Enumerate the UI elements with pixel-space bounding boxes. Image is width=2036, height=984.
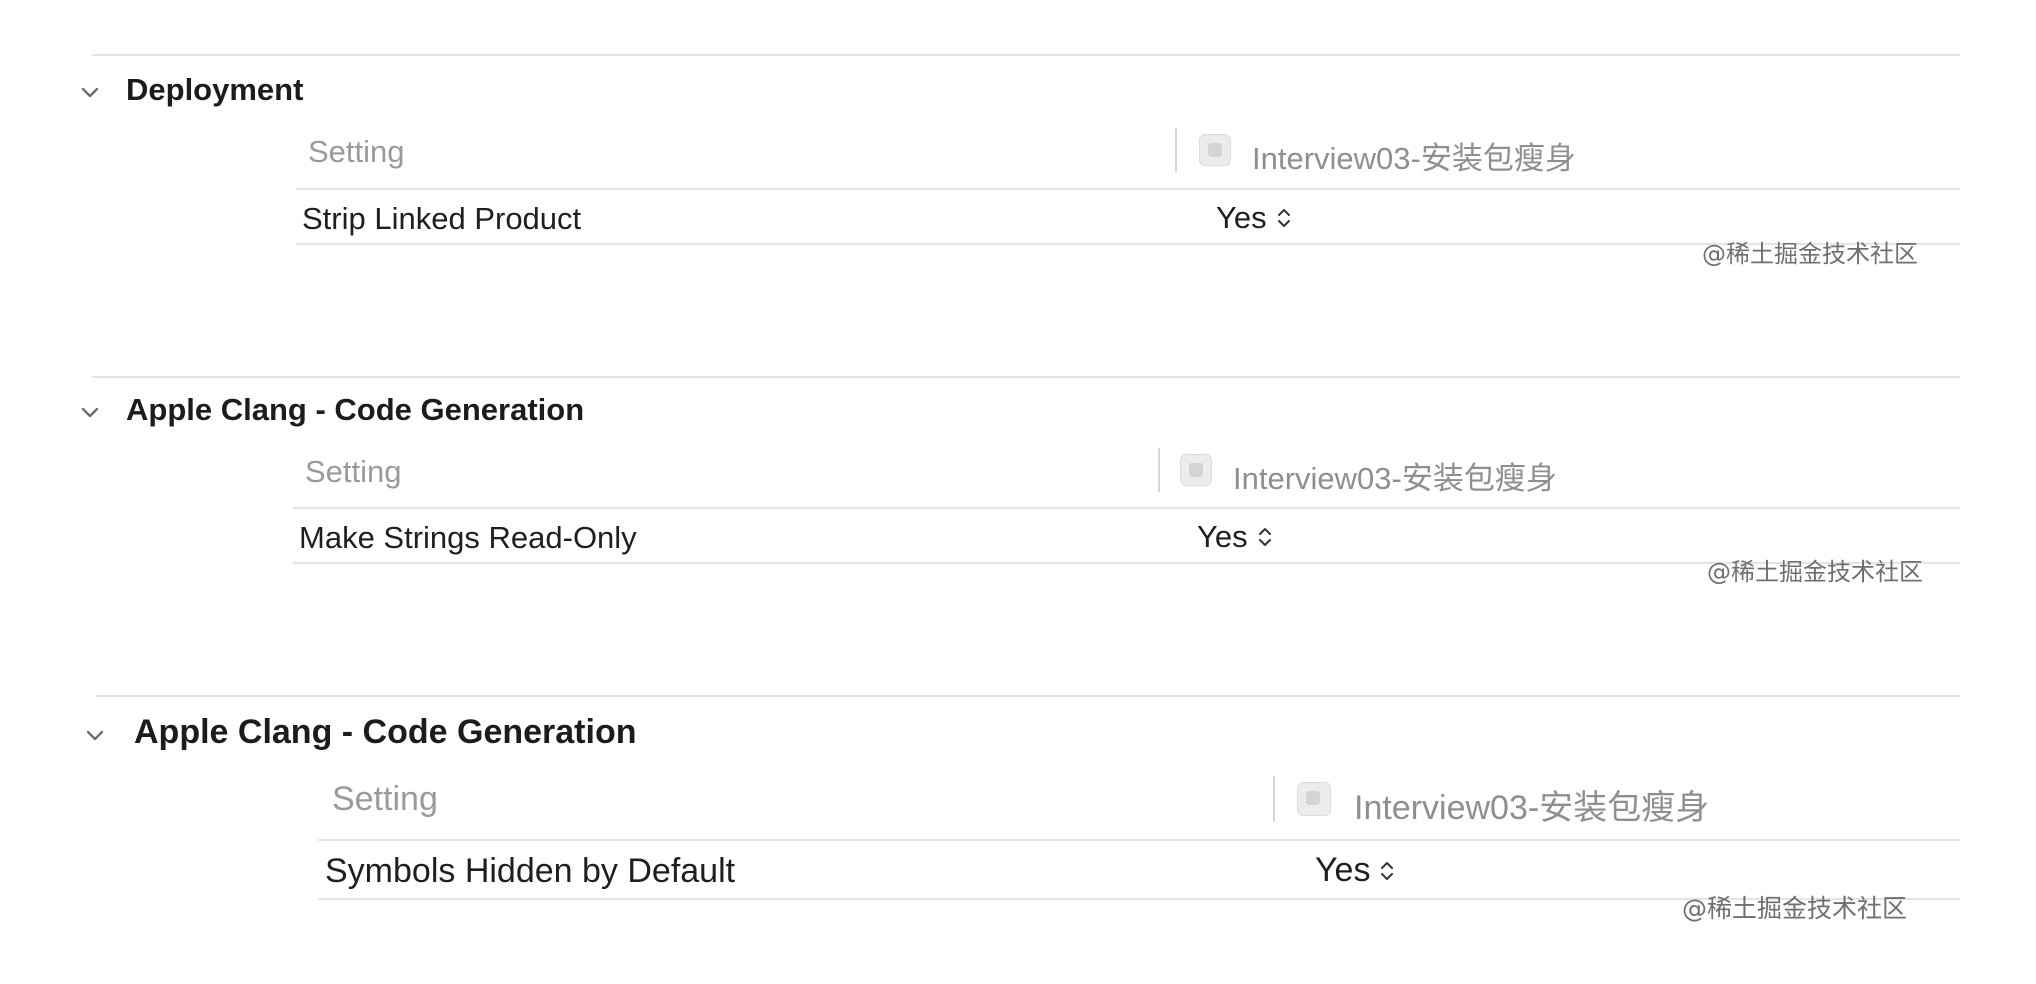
column-divider	[1273, 776, 1275, 822]
section-divider	[96, 695, 1960, 697]
section-divider	[92, 54, 1960, 56]
section-title: Apple Clang - Code Generation	[134, 713, 637, 751]
setting-value-popup[interactable]: Yes	[1216, 200, 1291, 236]
chevron-down-icon[interactable]	[79, 81, 101, 103]
up-down-chevron-icon	[1380, 859, 1394, 883]
target-column-header: Interview03-安装包瘦身	[1354, 789, 1710, 827]
build-settings-canvas: Deployment Setting Interview03-安装包瘦身 Str…	[0, 0, 2036, 984]
target-column-header: Interview03-安装包瘦身	[1252, 141, 1576, 176]
target-app-icon	[1180, 454, 1212, 486]
target-app-icon	[1297, 782, 1331, 816]
chevron-down-icon[interactable]	[84, 724, 106, 746]
setting-value-label: Yes	[1197, 519, 1248, 554]
setting-name[interactable]: Strip Linked Product	[302, 201, 581, 237]
target-app-icon	[1199, 134, 1231, 166]
watermark: @稀土掘金技术社区	[1702, 240, 1918, 268]
section-title: Deployment	[126, 72, 304, 107]
column-divider	[1175, 128, 1177, 172]
up-down-chevron-icon	[1277, 206, 1291, 230]
setting-column-header: Setting	[308, 134, 405, 169]
section-title: Apple Clang - Code Generation	[126, 392, 585, 427]
column-divider	[1158, 448, 1160, 492]
target-column-header: Interview03-安装包瘦身	[1233, 461, 1557, 496]
chevron-down-icon[interactable]	[79, 401, 101, 423]
watermark: @稀土掘金技术社区	[1682, 894, 1908, 923]
section-divider	[92, 376, 1960, 378]
setting-value-label: Yes	[1216, 200, 1267, 235]
setting-name[interactable]: Symbols Hidden by Default	[325, 852, 735, 891]
setting-name[interactable]: Make Strings Read-Only	[299, 520, 637, 556]
setting-value-popup[interactable]: Yes	[1197, 519, 1272, 555]
up-down-chevron-icon	[1258, 525, 1272, 549]
setting-value-label: Yes	[1315, 851, 1371, 889]
watermark: @稀土掘金技术社区	[1707, 558, 1923, 586]
header-row-divider	[318, 839, 1960, 841]
header-row-divider	[296, 188, 1960, 190]
setting-column-header: Setting	[332, 780, 438, 818]
header-row-divider	[293, 507, 1960, 509]
setting-value-popup[interactable]: Yes	[1315, 851, 1394, 890]
setting-column-header: Setting	[305, 454, 402, 489]
